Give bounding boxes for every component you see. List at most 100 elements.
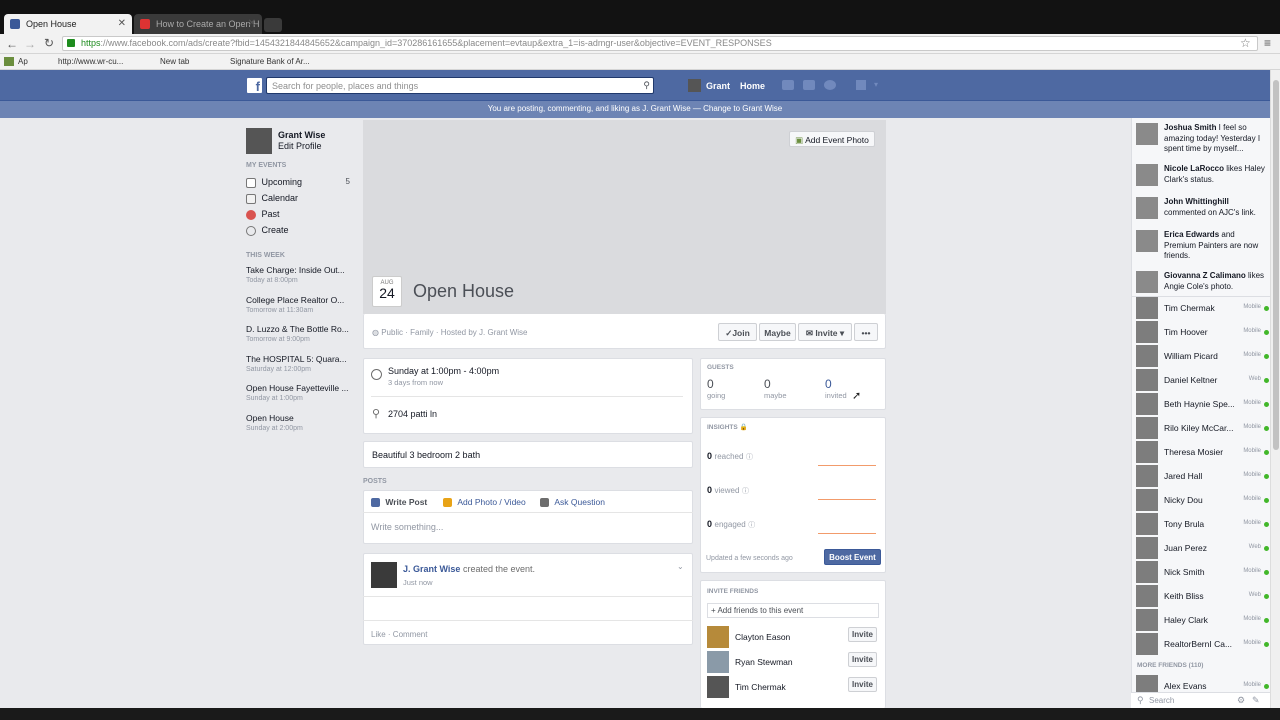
contact-name: Nick Smith <box>1164 567 1205 577</box>
composer-input[interactable]: Write something... <box>371 522 681 532</box>
sidebar-item-calendar[interactable]: Calendar <box>246 193 298 204</box>
search-input[interactable]: Search for people, places and things ⚲ <box>266 77 654 94</box>
story-time[interactable]: Just now <box>403 578 433 587</box>
account-menu-icon[interactable]: ▾ <box>874 80 878 89</box>
forward-arrow-icon[interactable]: → <box>24 37 36 51</box>
profile-link[interactable]: Grant <box>706 81 730 91</box>
bookmark-item[interactable]: Signature Bank of Ar... <box>230 57 310 66</box>
chat-contact[interactable]: RealtorBernI Ca... Mobile <box>1136 633 1270 655</box>
back-arrow-icon[interactable]: ← <box>6 37 18 51</box>
apps-icon[interactable] <box>4 57 14 66</box>
avatar[interactable] <box>707 651 729 673</box>
add-friends-input[interactable]: + Add friends to this event <box>707 603 879 618</box>
facebook-logo-icon[interactable]: f <box>247 78 262 94</box>
posting-as-text[interactable]: You are posting, commenting, and liking … <box>488 104 783 113</box>
close-tab-icon[interactable]: ✕ <box>118 18 126 29</box>
chat-contact[interactable]: Nicky Dou Mobile <box>1136 489 1270 511</box>
friend-requests-icon[interactable] <box>782 80 794 90</box>
sidebar-item-past[interactable]: Past <box>246 209 280 220</box>
invite-friend-button[interactable]: Invite <box>848 627 877 642</box>
chat-contact[interactable]: Daniel Keltner Web <box>1136 369 1270 391</box>
chat-contact[interactable]: Rilo Kiley McCar... Mobile <box>1136 417 1270 439</box>
guests-invited[interactable]: 0 invited <box>825 377 847 400</box>
more-options-button[interactable]: ••• <box>854 323 878 341</box>
boost-event-button[interactable]: Boost Event <box>824 549 881 565</box>
chat-contact[interactable]: Juan Perez Web <box>1136 537 1270 559</box>
ticker-item[interactable]: John Whittinghill commented on AJC's lin… <box>1136 197 1270 223</box>
gear-icon[interactable]: ⚙ <box>1237 695 1245 706</box>
chat-contact[interactable]: Beth Haynie Spe... Mobile <box>1136 393 1270 415</box>
info-icon[interactable]: ⓘ <box>742 488 749 495</box>
avatar[interactable] <box>371 562 397 588</box>
ticker-item[interactable]: Giovanna Z Calimano likes Angie Cole's p… <box>1136 271 1270 297</box>
avatar[interactable] <box>707 676 729 698</box>
add-event-photo-button[interactable]: ▣ Add Event Photo <box>789 131 875 147</box>
chat-contact[interactable]: Tim Hoover Mobile <box>1136 321 1270 343</box>
event-location[interactable]: 2704 patti ln <box>388 409 437 419</box>
chat-contact[interactable]: Tim Chermak Mobile <box>1136 297 1270 319</box>
compose-icon[interactable]: ✎ <box>1252 695 1260 706</box>
chat-search-bar[interactable]: ⚲ Search ⚙ ✎ <box>1131 692 1270 708</box>
chat-contact[interactable]: William Picard Mobile <box>1136 345 1270 367</box>
chevron-down-icon[interactable]: ⌄ <box>677 562 684 571</box>
guests-maybe[interactable]: 0 maybe <box>764 377 787 400</box>
week-event-item[interactable]: Open House Fayetteville ... Sunday at 1:… <box>246 383 356 413</box>
avatar[interactable] <box>246 128 272 154</box>
chat-contact[interactable]: Tony Brula Mobile <box>1136 513 1270 535</box>
chat-contact[interactable]: Nick Smith Mobile <box>1136 561 1270 583</box>
bookmark-star-icon[interactable]: ☆ <box>1240 36 1251 50</box>
add-photo-video-tab[interactable]: Add Photo / Video <box>443 497 526 508</box>
chat-contact[interactable]: Haley Clark Mobile <box>1136 609 1270 631</box>
bookmark-item[interactable]: New tab <box>160 57 189 66</box>
address-bar[interactable]: https://www.facebook.com/ads/create?fbid… <box>62 36 1258 51</box>
menu-icon[interactable]: ≡ <box>1264 36 1271 50</box>
sidebar-item-create[interactable]: Create <box>246 225 289 236</box>
invite-friend-button[interactable]: Invite <box>848 652 877 667</box>
week-event-item[interactable]: Open House Sunday at 2:00pm <box>246 413 356 443</box>
ticker-item[interactable]: Nicole LaRocco likes Haley Clark's statu… <box>1136 164 1270 190</box>
story-author[interactable]: J. Grant Wise <box>403 564 460 574</box>
week-event-item[interactable]: D. Luzzo & The Bottle Ro... Tomorrow at … <box>246 324 356 354</box>
messages-icon[interactable] <box>803 80 815 90</box>
maybe-button[interactable]: Maybe <box>759 323 796 341</box>
friend-name[interactable]: Clayton Eason <box>735 632 790 642</box>
chat-contact[interactable]: Keith Bliss Web <box>1136 585 1270 607</box>
search-icon[interactable]: ⚲ <box>643 80 650 91</box>
avatar[interactable] <box>707 626 729 648</box>
write-post-tab[interactable]: Write Post <box>371 497 427 508</box>
browser-tab-active[interactable]: Open House ✕ <box>4 14 132 34</box>
week-event-item[interactable]: Take Charge: Inside Out... Today at 8:00… <box>246 265 356 295</box>
bookmark-item[interactable]: Ap <box>18 57 28 66</box>
new-tab-button[interactable] <box>264 18 282 32</box>
invite-friend-button[interactable]: Invite <box>848 677 877 692</box>
chat-contact[interactable]: Jared Hall Mobile <box>1136 465 1270 487</box>
browser-tab[interactable]: How to Create an Open H ✕ <box>134 14 262 34</box>
page-scrollbar[interactable] <box>1270 70 1280 710</box>
guests-going[interactable]: 0 going <box>707 377 725 400</box>
reload-icon[interactable]: ↻ <box>44 36 54 50</box>
ticker-item[interactable]: Joshua Smith I feel so amazing today! Ye… <box>1136 123 1270 157</box>
ask-question-tab[interactable]: Ask Question <box>540 497 605 508</box>
info-icon[interactable]: ⓘ <box>748 522 755 529</box>
location-pin-icon: ⚲ <box>372 408 381 420</box>
avatar[interactable] <box>688 79 701 92</box>
week-event-item[interactable]: The HOSPITAL 5: Quara... Saturday at 12:… <box>246 354 356 384</box>
like-comment-links[interactable]: Like · Comment <box>371 630 427 639</box>
home-link[interactable]: Home <box>740 81 765 91</box>
friend-name[interactable]: Tim Chermak <box>735 682 786 692</box>
edit-profile-link[interactable]: Edit Profile <box>278 141 322 151</box>
notifications-icon[interactable] <box>824 80 836 90</box>
ticker-item[interactable]: Erica Edwards and Premium Painters are n… <box>1136 230 1270 264</box>
privacy-shortcuts-icon[interactable] <box>856 80 866 90</box>
invite-button[interactable]: ✉ Invite ▾ <box>798 323 852 341</box>
chat-contact[interactable]: Theresa Mosier Mobile <box>1136 441 1270 463</box>
info-icon[interactable]: ⓘ <box>746 454 753 461</box>
week-event-item[interactable]: College Place Realtor O... Tomorrow at 1… <box>246 295 356 325</box>
scrollbar-thumb[interactable] <box>1273 80 1279 450</box>
sidebar-item-upcoming[interactable]: Upcoming 5 <box>246 177 352 188</box>
friend-name[interactable]: Ryan Stewman <box>735 657 793 667</box>
join-button[interactable]: ✓Join <box>718 323 757 341</box>
bookmark-item[interactable]: http://www.wr-cu... <box>58 57 123 66</box>
profile-name[interactable]: Grant Wise <box>278 130 325 140</box>
close-tab-icon[interactable]: ✕ <box>248 18 256 29</box>
